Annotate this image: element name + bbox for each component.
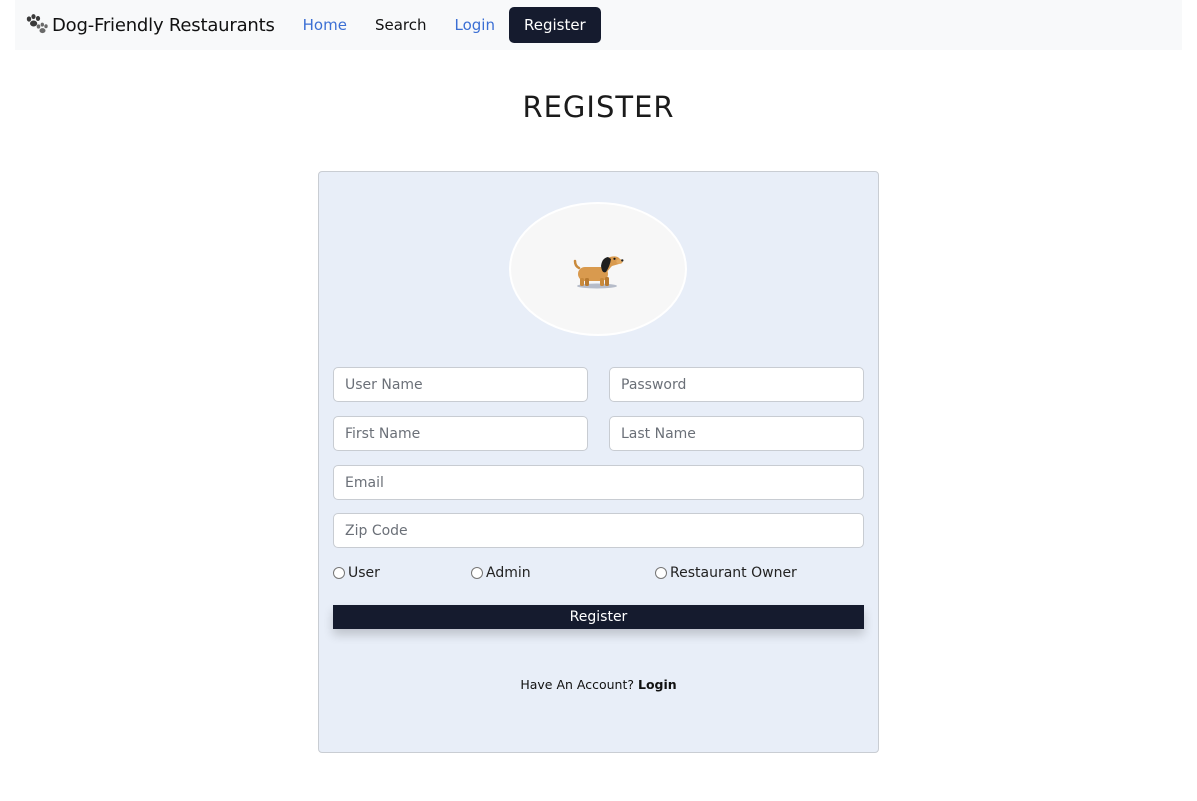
avatar [509, 202, 687, 336]
account-prompt-text: Have An Account? [520, 677, 634, 692]
first-name-input[interactable] [333, 416, 588, 451]
page-title: REGISTER [522, 90, 675, 124]
brand-name: Dog-Friendly Restaurants [52, 14, 275, 36]
password-input[interactable] [609, 367, 864, 402]
role-radio-admin[interactable] [471, 567, 483, 579]
role-option-user[interactable]: User [333, 565, 380, 581]
nav-link-login[interactable]: Login [441, 8, 509, 42]
navbar: Dog-Friendly Restaurants Home Search Log… [15, 0, 1182, 50]
brand[interactable]: Dog-Friendly Restaurants [25, 14, 275, 36]
role-option-restaurant-owner[interactable]: Restaurant Owner [655, 565, 797, 581]
account-prompt: Have An Account? Login [319, 677, 878, 692]
nav-link-register[interactable]: Register [508, 7, 601, 43]
register-card: User Admin Restaurant Owner Register Hav… [318, 171, 879, 753]
role-radio-restaurant-owner[interactable] [655, 567, 667, 579]
last-name-input[interactable] [609, 416, 864, 451]
register-submit-button[interactable]: Register [333, 605, 864, 629]
role-label-admin: Admin [486, 565, 531, 581]
nav-link-home[interactable]: Home [289, 8, 361, 42]
role-label-user: User [348, 565, 380, 581]
role-radio-user[interactable] [333, 567, 345, 579]
nav-link-search[interactable]: Search [361, 8, 441, 42]
paw-icon [26, 14, 48, 34]
login-link[interactable]: Login [638, 677, 677, 692]
username-input[interactable] [333, 367, 588, 402]
zip-code-input[interactable] [333, 513, 864, 548]
nav-links: Home Search Login Register [289, 7, 601, 43]
email-input[interactable] [333, 465, 864, 500]
role-option-admin[interactable]: Admin [471, 565, 531, 581]
dachshund-dog-icon [573, 256, 624, 289]
role-label-restaurant-owner: Restaurant Owner [670, 565, 797, 581]
